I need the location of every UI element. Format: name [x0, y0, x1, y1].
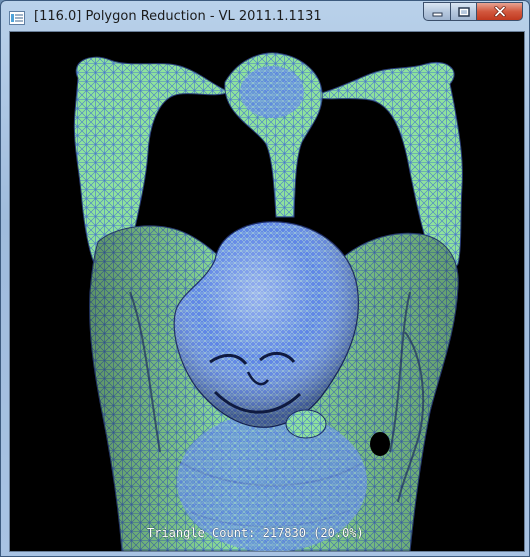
triangle-count-label: Triangle Count: 217830 (20.0%): [147, 526, 364, 540]
caption-buttons: [423, 2, 523, 22]
title-bar[interactable]: [116.0] Polygon Reduction - VL 2011.1.11…: [1, 1, 529, 31]
maximize-button[interactable]: [450, 2, 476, 21]
app-window-icon[interactable]: [9, 10, 25, 25]
render-viewport[interactable]: Triangle Count: 217830 (20.0%): [9, 31, 525, 552]
app-window: [116.0] Polygon Reduction - VL 2011.1.11…: [0, 0, 530, 557]
wireframe-mesh-statue: [73, 52, 463, 551]
close-icon: [493, 2, 506, 21]
minimize-icon: [432, 2, 443, 21]
maximize-icon: [457, 2, 470, 21]
minimize-button[interactable]: [423, 2, 450, 21]
window-title: [116.0] Polygon Reduction - VL 2011.1.11…: [34, 9, 322, 24]
close-button[interactable]: [476, 2, 523, 21]
